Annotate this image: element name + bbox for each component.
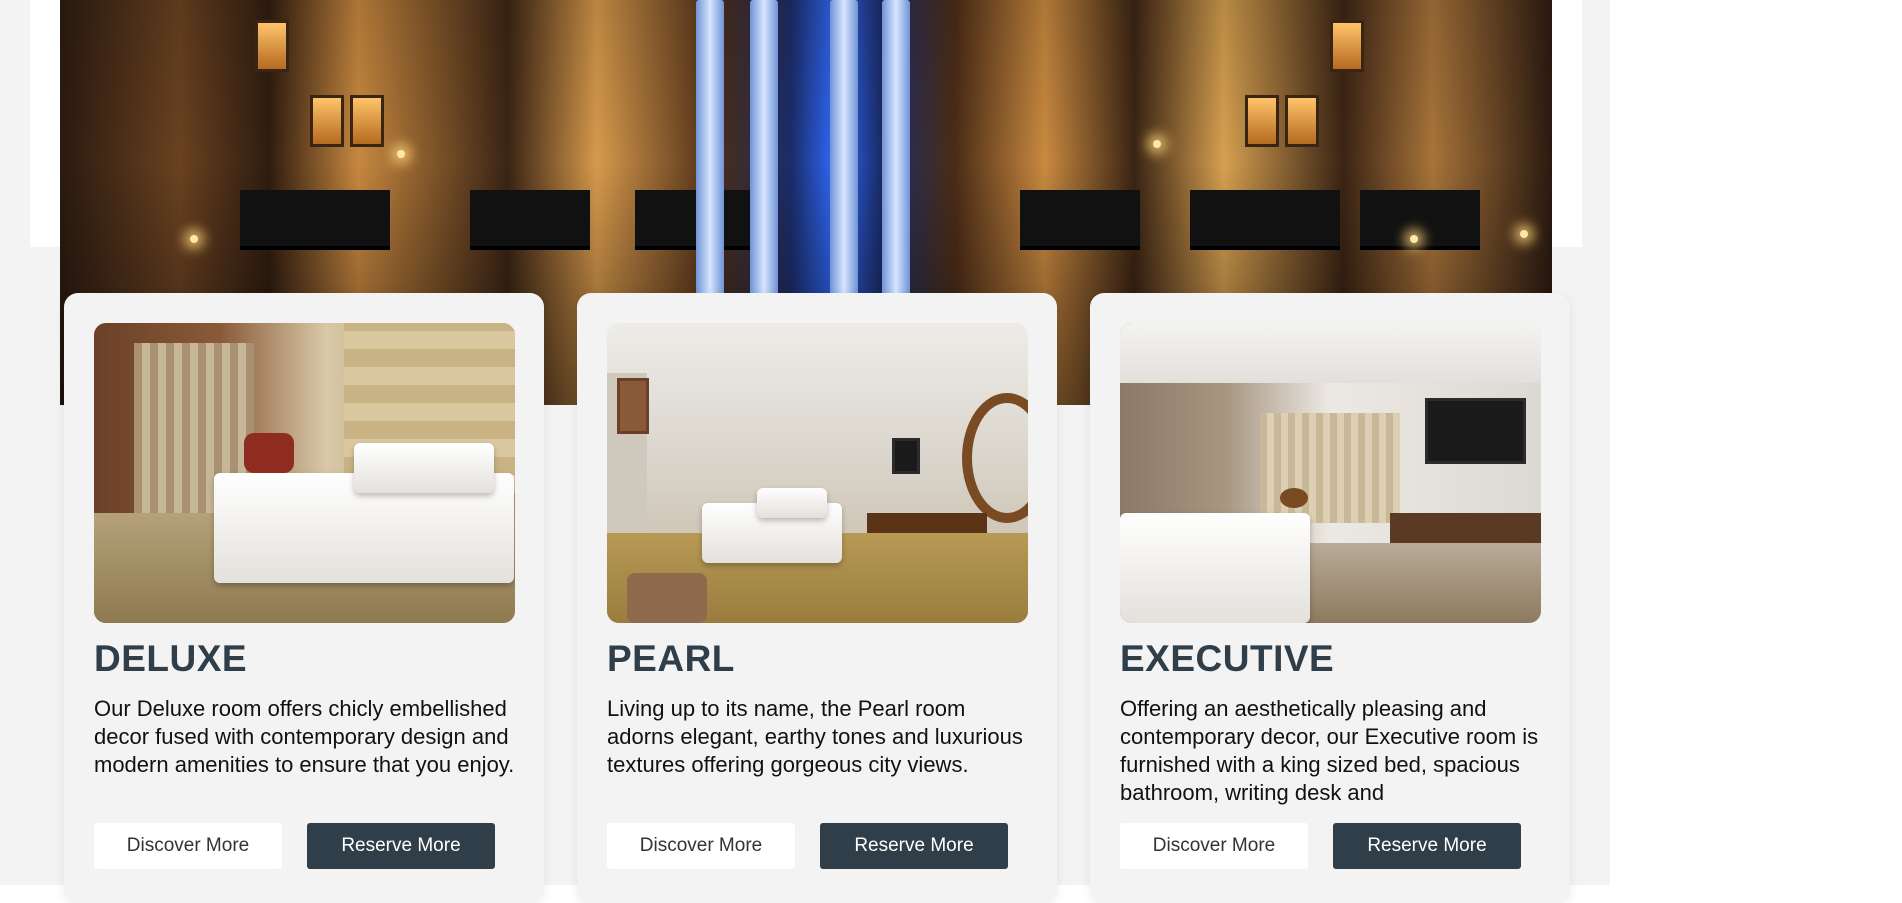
room-photo	[607, 323, 1028, 623]
room-description: Living up to its name, the Pearl room ad…	[607, 696, 1023, 777]
reserve-more-button[interactable]: Reserve More	[307, 823, 495, 869]
room-description: Offering an aesthetically pleasing and c…	[1120, 696, 1539, 805]
room-title: PEARL	[607, 638, 735, 679]
room-title: EXECUTIVE	[1120, 638, 1335, 679]
room-title: DELUXE	[94, 638, 248, 679]
room-description: Our Deluxe room offers chicly embellishe…	[94, 696, 515, 777]
room-card-executive: EXECUTIVE Offering an aesthetically plea…	[1090, 293, 1570, 903]
reserve-more-button[interactable]: Reserve More	[820, 823, 1008, 869]
reserve-more-button[interactable]: Reserve More	[1333, 823, 1521, 869]
discover-more-button[interactable]: Discover More	[94, 823, 282, 869]
room-card-pearl: PEARL Living up to its name, the Pearl r…	[577, 293, 1057, 903]
discover-more-button[interactable]: Discover More	[607, 823, 795, 869]
room-photo	[1120, 323, 1541, 623]
discover-more-button[interactable]: Discover More	[1120, 823, 1308, 869]
room-card-deluxe: DELUXE Our Deluxe room offers chicly emb…	[64, 293, 544, 903]
room-photo	[94, 323, 515, 623]
